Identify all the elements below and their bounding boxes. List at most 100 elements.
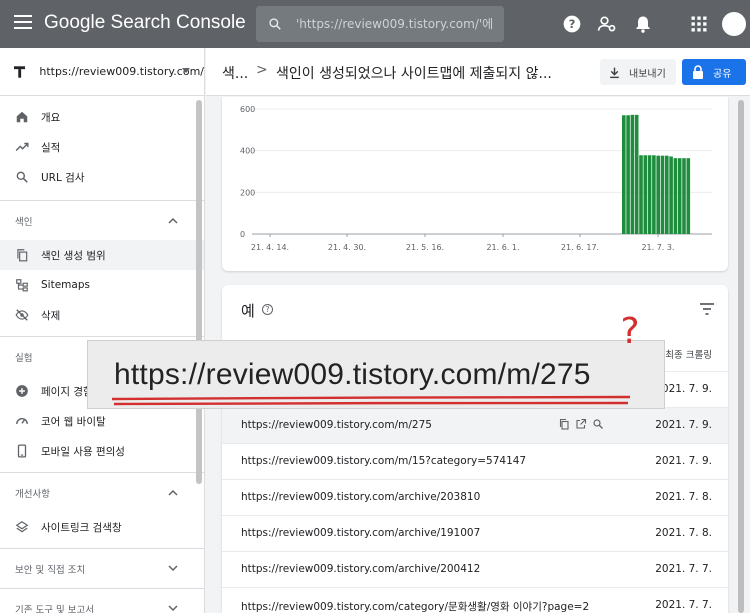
y-tick-label: 600 [240, 105, 255, 114]
sidebar-item-url-inspection[interactable]: URL 검사 [0, 162, 204, 192]
chart-bar [673, 158, 678, 234]
sidebar-item-mobile-usability[interactable]: 모바일 사용 편의성 [0, 436, 204, 466]
coverage-bar-chart: 600 400 200 0 21. 4. 14. 21. 4. 30. 21. 5. 16.… [240, 105, 712, 252]
chart-bar [665, 155, 669, 234]
property-url: https://review009.tistory.com/ [39, 65, 204, 78]
chevron-up-icon [168, 217, 178, 224]
examples-card: 예 ? 최종 크롤링 2021. 7. 9. https://review009… [222, 285, 728, 613]
sidebar-item-coverage[interactable]: 색인 생성 범위 [0, 240, 204, 270]
top-app-bar: Google Search Console ? [0, 0, 750, 48]
search-input[interactable] [296, 17, 496, 31]
coverage-chart-card: 600 400 200 0 21. 4. 14. 21. 4. 30. 21. 5. 16.… [222, 97, 728, 271]
examples-title: 예 [241, 302, 255, 320]
home-icon [16, 111, 28, 123]
inspect-url-icon[interactable] [592, 418, 604, 430]
open-in-new-icon[interactable] [575, 418, 587, 430]
chart-bar [630, 114, 635, 234]
download-icon [610, 67, 619, 78]
section-index[interactable]: 색인 [0, 200, 204, 240]
x-tick-label: 21. 4. 30. [328, 243, 366, 252]
sidebar-scrollbar[interactable] [196, 100, 202, 484]
sidebar: https://review009.tistory.com/ 개요 실적 URL… [0, 48, 205, 613]
chart-bar [634, 114, 639, 234]
sidebar-item-sitemaps[interactable]: Sitemaps [0, 270, 204, 300]
sidebar-item-performance[interactable]: 실적 [0, 132, 204, 162]
sitemap-icon [16, 279, 28, 292]
apps-grid-icon[interactable] [689, 14, 709, 34]
sidebar-item-overview[interactable]: 개요 [0, 102, 204, 132]
x-tick-label: 21. 5. 16. [406, 243, 444, 252]
sidebar-item-removals[interactable]: 삭제 [0, 300, 204, 330]
property-selector[interactable]: https://review009.tistory.com/ [0, 48, 204, 96]
sidebar-item-sitelinks-searchbox[interactable]: 사이트링크 검색창 [0, 512, 204, 542]
x-tick-label: 21. 4. 14. [251, 243, 289, 252]
main-scrollbar[interactable] [738, 100, 744, 613]
filter-icon[interactable] [700, 303, 714, 315]
chart-bar [626, 115, 630, 234]
search-box[interactable] [256, 6, 504, 42]
account-avatar[interactable] [722, 12, 746, 36]
chart-bar [677, 158, 682, 234]
phone-icon [17, 444, 27, 458]
table-row[interactable]: https://review009.tistory.com/archive/20… [222, 479, 728, 515]
x-tick-label: 21. 6. 1. [486, 243, 519, 252]
red-question-mark-annotation: ? [620, 311, 639, 352]
copy-icon[interactable] [558, 418, 570, 430]
breadcrumb-parent[interactable]: 색... [222, 63, 248, 83]
red-underline-annotation [111, 395, 631, 406]
y-tick-label: 0 [240, 230, 245, 239]
notifications-icon[interactable] [633, 14, 653, 34]
x-tick-label: 21. 6. 17. [561, 243, 599, 252]
export-button[interactable]: 내보내기 [600, 59, 676, 85]
search-icon [269, 18, 281, 30]
share-button[interactable]: 공유 [682, 59, 746, 85]
search-icon [16, 171, 28, 183]
help-outline-icon[interactable]: ? [262, 304, 273, 315]
brand-logo[interactable]: Google Search Console [44, 12, 246, 34]
copy-icon [17, 249, 28, 262]
section-legacy-tools[interactable]: 기존 도구 및 보고서 [0, 588, 204, 613]
speed-icon [16, 418, 28, 425]
table-row[interactable]: https://review009.tistory.com/m/15?categ… [222, 443, 728, 479]
trending-up-icon [15, 142, 29, 151]
x-tick-label: 21. 7. 3. [641, 243, 674, 252]
chart-bar [682, 158, 686, 234]
chart-bar [647, 155, 652, 234]
table-row[interactable]: https://review009.tistory.com/archive/20… [222, 551, 728, 587]
lock-icon [693, 65, 703, 79]
table-row[interactable]: https://review009.tistory.com/category/문… [222, 587, 728, 613]
site-favicon-icon [14, 65, 26, 78]
y-tick-label: 400 [240, 147, 255, 156]
breadcrumb-separator: > [256, 62, 268, 78]
menu-icon[interactable] [14, 15, 32, 33]
chevron-down-icon [168, 605, 178, 612]
svg-text:?: ? [569, 17, 576, 31]
chart-bar [639, 155, 643, 234]
help-icon[interactable]: ? [562, 14, 582, 34]
chart-bar [622, 115, 626, 234]
chart-bar [643, 155, 648, 234]
table-row[interactable]: https://review009.tistory.com/m/275 2021… [222, 407, 728, 443]
column-header-last-crawled[interactable]: 최종 크롤링 [665, 347, 712, 361]
chart-bar [669, 156, 673, 234]
visibility-off-icon [15, 309, 29, 321]
svg-text:?: ? [620, 311, 639, 352]
plus-circle-icon [16, 385, 28, 397]
page-header: 색... > 색인이 생성되었으나 사이트맵에 제출되지 않... 내보내기 공… [206, 48, 750, 96]
chevron-down-icon [168, 565, 178, 572]
layers-icon [15, 521, 29, 533]
chart-bar [652, 155, 656, 234]
chart-bar [686, 158, 691, 234]
chevron-down-icon [182, 68, 190, 73]
zoomed-url-text: https://review009.tistory.com/m/275 [114, 358, 591, 391]
manage-users-icon[interactable] [597, 14, 617, 34]
table-row[interactable]: https://review009.tistory.com/archive/19… [222, 515, 728, 551]
section-enhancements[interactable]: 개선사항 [0, 472, 204, 512]
chart-bar [660, 155, 665, 234]
page-title: 색인이 생성되었으나 사이트맵에 제출되지 않... [276, 66, 552, 82]
chart-bar [656, 155, 660, 234]
chevron-up-icon [168, 489, 178, 496]
sidebar-item-core-web-vitals[interactable]: 코어 웹 바이탈 [0, 406, 204, 436]
y-tick-label: 200 [240, 188, 255, 197]
section-security[interactable]: 보안 및 직접 조치 [0, 548, 204, 588]
